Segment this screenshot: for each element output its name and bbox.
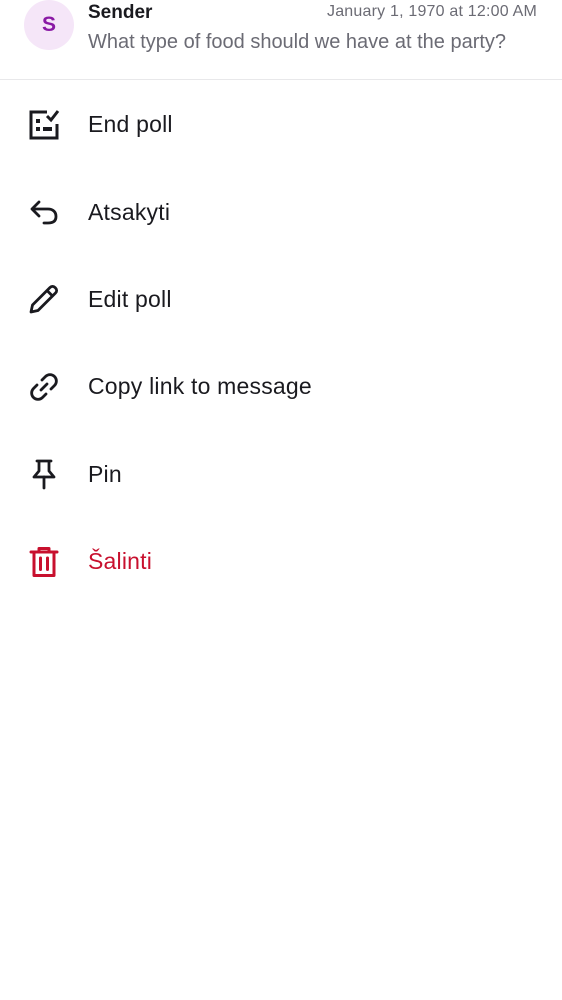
- end-poll-button[interactable]: End poll: [0, 81, 562, 168]
- delete-button[interactable]: Šalinti: [0, 518, 562, 605]
- sender-name: Sender: [88, 2, 153, 23]
- copy-link-label: Copy link to message: [88, 373, 312, 400]
- edit-poll-button[interactable]: Edit poll: [0, 256, 562, 343]
- edit-poll-label: Edit poll: [88, 285, 172, 312]
- end-poll-label: End poll: [88, 111, 173, 138]
- reply-button[interactable]: Atsakyti: [0, 168, 562, 255]
- reply-label: Atsakyti: [88, 198, 171, 225]
- message-actions-screen: S Sender January 1, 1970 at 12:00 AM Wha…: [0, 0, 562, 1000]
- link-icon: [26, 369, 62, 405]
- reply-icon: [26, 194, 62, 230]
- message-actions-menu: End poll Atsakyti Edit poll Copy link to…: [0, 81, 562, 605]
- message-header: S Sender January 1, 1970 at 12:00 AM Wha…: [0, 0, 562, 80]
- trash-icon: [26, 544, 62, 580]
- poll-end-icon: [26, 107, 62, 143]
- pin-label: Pin: [88, 460, 122, 487]
- copy-link-button[interactable]: Copy link to message: [0, 343, 562, 430]
- pin-icon: [26, 456, 62, 492]
- delete-label: Šalinti: [88, 548, 153, 575]
- pencil-icon: [26, 281, 62, 317]
- message-preview: What type of food should we have at the …: [88, 31, 507, 53]
- pin-button[interactable]: Pin: [0, 431, 562, 518]
- message-timestamp: January 1, 1970 at 12:00 AM: [327, 3, 537, 20]
- avatar: S: [24, 0, 74, 50]
